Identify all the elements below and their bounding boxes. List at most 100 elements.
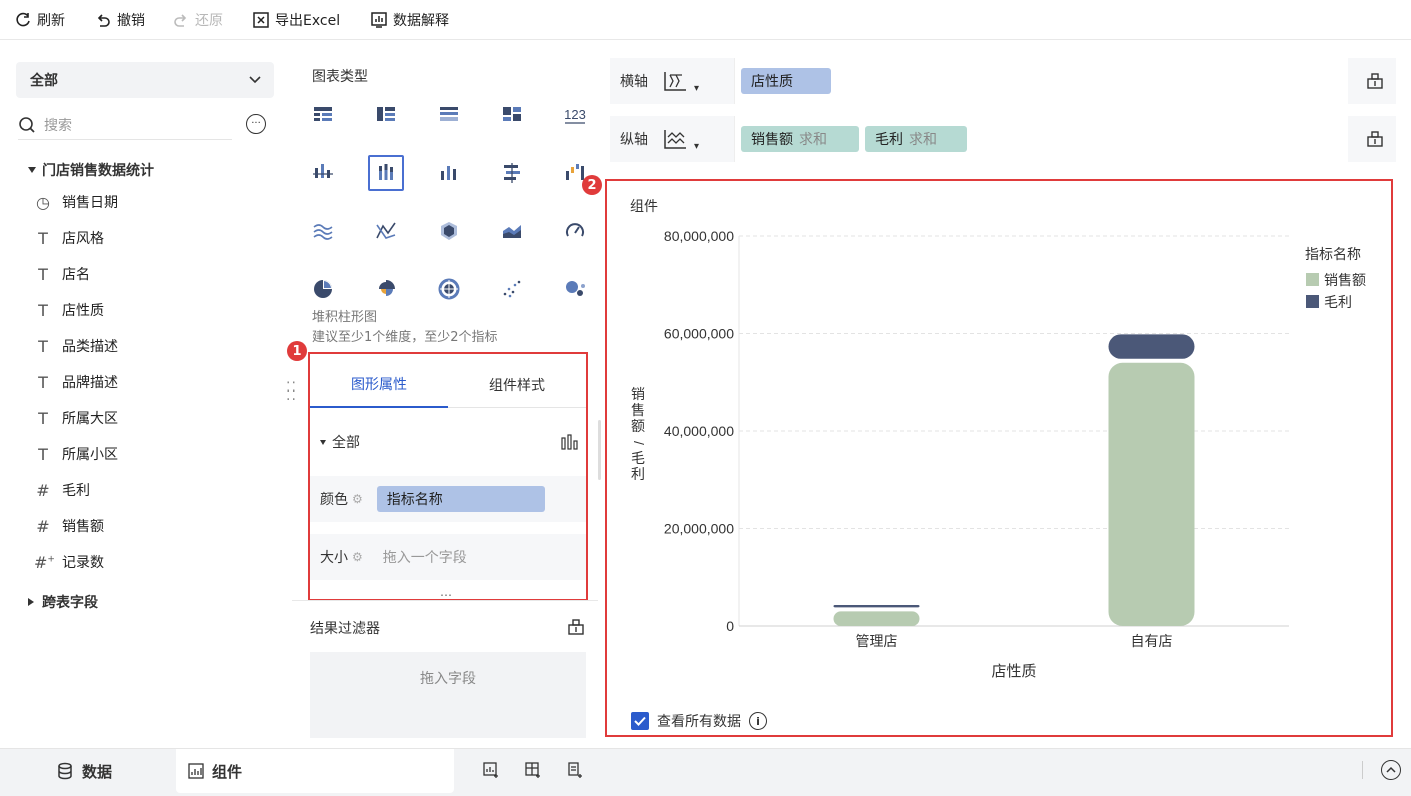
column-chart-icon[interactable]: [431, 155, 467, 191]
tab-component-style[interactable]: 组件样式: [448, 362, 586, 408]
caret-down-icon[interactable]: ▾: [694, 83, 699, 94]
gear-icon[interactable]: ⚙: [352, 550, 363, 564]
y-field-sales-name: 销售额: [751, 132, 793, 148]
pie-chart-icon[interactable]: [305, 271, 341, 307]
sunburst-icon[interactable]: [431, 271, 467, 307]
horizontal-bar-icon[interactable]: [494, 155, 530, 191]
color-field-pill[interactable]: 指标名称: [376, 486, 545, 512]
chevron-down-icon: [248, 75, 262, 85]
explain-icon: [370, 11, 388, 29]
data-tab[interactable]: 数据: [56, 749, 112, 793]
field-item[interactable]: T 品牌描述: [34, 371, 118, 393]
field-label: 记录数: [62, 555, 104, 571]
field-item[interactable]: ◷ 销售日期: [34, 191, 118, 213]
add-dashboard-icon[interactable]: [524, 761, 542, 779]
y-axis-settings-icon[interactable]: [1366, 130, 1384, 148]
y-axis-label: 纵轴 ▾: [620, 116, 699, 162]
data-explain-button[interactable]: 数据解释: [370, 10, 449, 30]
x-axis-settings-icon[interactable]: [1366, 72, 1384, 90]
color-label: 颜色: [320, 492, 348, 508]
more-options-icon[interactable]: ···: [246, 114, 266, 134]
field-search-input[interactable]: 搜索: [18, 110, 232, 140]
text-type-icon: T: [38, 228, 48, 248]
y-axis-title-char: 额: [631, 418, 645, 434]
add-component-icon[interactable]: [482, 761, 500, 779]
export-excel-button[interactable]: 导出Excel: [252, 10, 340, 30]
field-item[interactable]: # 销售额: [34, 515, 104, 537]
number-type-icon: #: [36, 516, 50, 536]
field-item[interactable]: T 品类描述: [34, 335, 118, 357]
field-item[interactable]: T 店性质: [34, 299, 104, 321]
gear-icon[interactable]: ⚙: [352, 492, 363, 506]
y-axis-field-pill-profit[interactable]: 毛利 求和: [865, 126, 967, 152]
gauge-icon[interactable]: [557, 213, 593, 249]
y-tick-label: 0: [726, 618, 734, 634]
field-label: 店名: [62, 267, 90, 283]
field-scope-dropdown[interactable]: 全部: [16, 62, 274, 98]
detail-table-icon[interactable]: [431, 97, 467, 133]
excel-icon: [252, 11, 270, 29]
prop-section-all[interactable]: 全部: [320, 432, 360, 452]
filter-settings-icon[interactable]: [567, 618, 585, 636]
x-axis-label-text: 横轴: [620, 74, 648, 90]
grouped-bar-icon[interactable]: [305, 155, 341, 191]
collapse-up-icon[interactable]: [1381, 760, 1401, 780]
stacked-bar-icon[interactable]: [368, 155, 404, 191]
collapsed-triangle-icon: [28, 598, 34, 606]
redo-icon: [172, 11, 190, 29]
scatter-chart-icon[interactable]: [494, 271, 530, 307]
radar-line-icon[interactable]: [368, 213, 404, 249]
x-axis-field-pill[interactable]: 店性质: [741, 68, 831, 94]
map-icon[interactable]: [431, 213, 467, 249]
caret-down-icon[interactable]: ▾: [694, 141, 699, 152]
y-axis-title-char: /: [631, 441, 647, 445]
undo-button[interactable]: 撤销: [94, 10, 145, 30]
field-item[interactable]: #+ 记录数: [34, 551, 104, 573]
refresh-button[interactable]: 刷新: [14, 10, 65, 30]
field-label: 销售日期: [62, 195, 118, 211]
view-all-data-checkbox[interactable]: 查看所有数据 i: [631, 711, 767, 731]
field-item[interactable]: T 所属小区: [34, 443, 118, 465]
field-item[interactable]: T 店名: [34, 263, 90, 285]
add-report-icon[interactable]: [566, 761, 584, 779]
kpi-card-icon[interactable]: [494, 97, 530, 133]
text-type-icon: T: [38, 372, 48, 392]
section-triangle-icon: [320, 439, 326, 445]
rose-chart-icon[interactable]: [368, 271, 404, 307]
stacked-bar-chart[interactable]: 0 20,000,000 40,000,000 60,000,000 80,000,00…: [607, 181, 1391, 701]
number-card-icon[interactable]: 123: [557, 97, 593, 133]
result-filter-title: 结果过滤器: [310, 621, 380, 637]
cross-table-fields[interactable]: 跨表字段: [28, 592, 98, 612]
component-chart-icon: [188, 763, 204, 779]
y-axis-type-icon[interactable]: [662, 128, 688, 150]
filter-placeholder: 拖入字段: [420, 671, 476, 687]
tab-graphic-properties[interactable]: 图形属性: [310, 362, 448, 408]
size-drop-placeholder[interactable]: 拖入一个字段: [383, 547, 467, 567]
component-tab[interactable]: 组件: [188, 749, 242, 793]
y-axis-field-pill-sales[interactable]: 销售额 求和: [741, 126, 859, 152]
info-icon[interactable]: i: [749, 712, 767, 730]
count-type-icon: #+: [34, 552, 55, 572]
x-axis-type-icon[interactable]: [662, 70, 688, 92]
redo-button[interactable]: 还原: [172, 10, 223, 30]
cross-table-icon[interactable]: [368, 97, 404, 133]
result-filter-dropzone[interactable]: 拖入字段: [310, 652, 586, 738]
line-chart-icon[interactable]: [305, 213, 341, 249]
field-item[interactable]: T 店风格: [34, 227, 104, 249]
bar-chart-mini-icon[interactable]: [561, 434, 579, 450]
explain-label: 数据解释: [393, 13, 449, 29]
splitter-handle[interactable]: [598, 420, 601, 480]
table-icon[interactable]: [305, 97, 341, 133]
checkbox-checked-icon[interactable]: [631, 712, 649, 730]
divider: [1362, 761, 1363, 779]
search-placeholder: 搜索: [44, 117, 72, 134]
bubble-chart-icon[interactable]: [557, 271, 593, 307]
field-item[interactable]: # 毛利: [34, 479, 90, 501]
dataset-tree-root[interactable]: 门店销售数据统计: [28, 160, 154, 180]
panel-resize-handle[interactable]: ⁚⁚ ⁚⁚: [286, 381, 297, 403]
y-axis-dropzone[interactable]: 销售额 求和 毛利 求和: [734, 116, 1348, 162]
field-item[interactable]: T 所属大区: [34, 407, 118, 429]
legend-swatch: [1306, 295, 1319, 308]
x-axis-dropzone[interactable]: 店性质: [734, 58, 1348, 104]
area-chart-icon[interactable]: [494, 213, 530, 249]
